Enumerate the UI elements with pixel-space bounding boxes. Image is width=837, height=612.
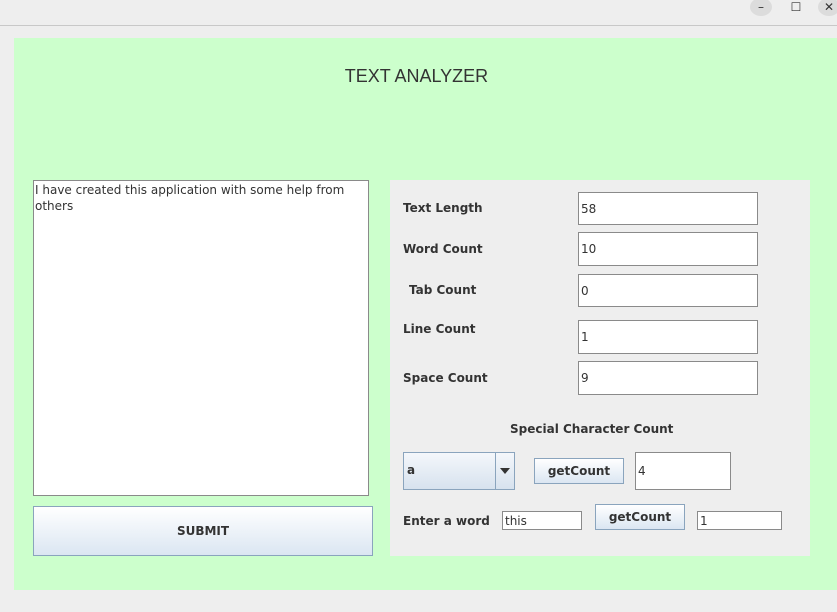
tab-count-label: Tab Count [409,283,477,297]
enter-word-label: Enter a word [403,514,490,528]
special-char-select[interactable]: a [403,452,515,490]
text-length-label: Text Length [403,201,483,215]
space-count-label: Space Count [403,371,488,385]
minimize-icon[interactable]: – [750,0,772,16]
close-icon[interactable]: ✕ [818,0,837,16]
word-input-field[interactable]: this [502,511,582,530]
line-count-field[interactable]: 1 [578,320,758,354]
text-length-field[interactable]: 58 [578,192,758,225]
word-getcount-button[interactable]: getCount [595,504,685,530]
submit-button[interactable]: SUBMIT [33,506,373,556]
special-char-selected: a [407,463,416,477]
text-input-area[interactable]: I have created this application with som… [33,180,369,496]
main-panel: TEXT ANALYZER I have created this applic… [14,38,837,590]
maximize-icon[interactable]: ☐ [785,0,807,16]
results-panel: Text Length 58 Word Count 10 Tab Count 0… [390,180,810,556]
special-char-result-field[interactable]: 4 [635,452,731,490]
page-title: TEXT ANALYZER [344,66,489,86]
special-char-getcount-button[interactable]: getCount [534,458,624,484]
space-count-field[interactable]: 9 [578,361,758,395]
line-count-label: Line Count [403,322,476,336]
word-count-label: Word Count [403,242,483,256]
chevron-down-icon[interactable] [495,453,514,489]
tab-count-field[interactable]: 0 [578,274,758,307]
special-char-heading: Special Character Count [510,422,674,436]
word-count-field[interactable]: 10 [578,232,758,266]
word-result-field[interactable]: 1 [697,511,782,530]
window-titlebar: – ☐ ✕ [0,0,837,26]
